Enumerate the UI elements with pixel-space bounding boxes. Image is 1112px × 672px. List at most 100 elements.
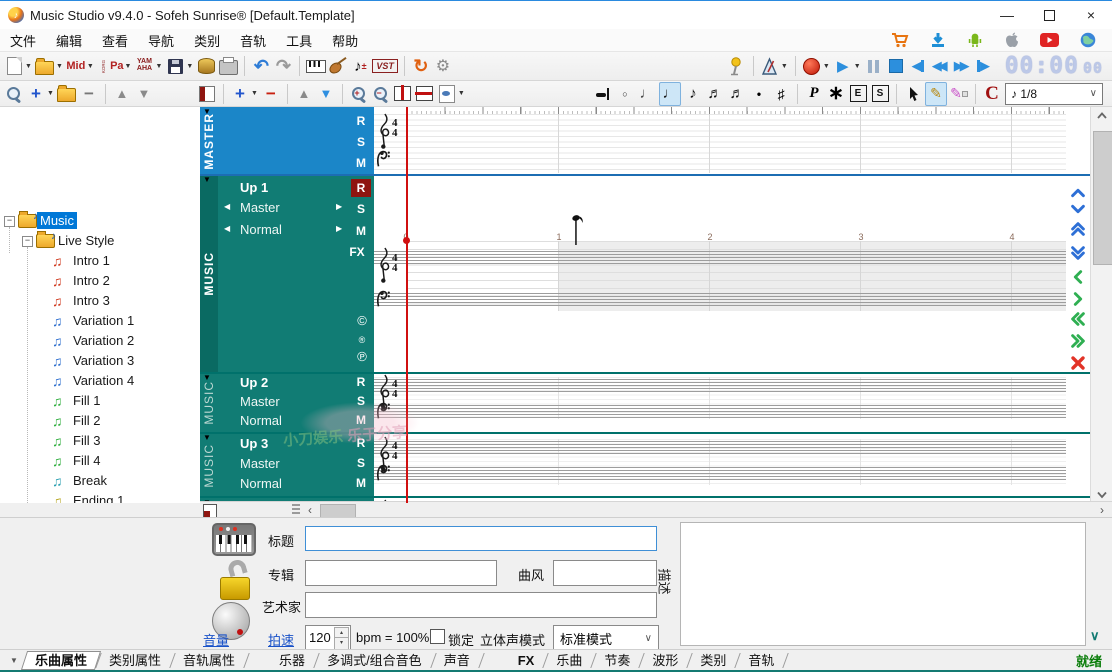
globe-icon[interactable] — [1080, 32, 1096, 48]
arrow-left-icon[interactable]: ◀ — [224, 202, 230, 211]
remove-category-button[interactable]: − — [79, 83, 99, 105]
open-caret[interactable]: ▼ — [56, 63, 63, 70]
track-up2-header[interactable]: ▼ MUSIC Up 2 Master Normal R S M — [200, 373, 374, 433]
add-track-button[interactable]: + — [230, 83, 250, 105]
tree-item-variation-3[interactable]: ♫Variation 3 — [0, 351, 200, 371]
fast-forward-button[interactable]: ▶▶ — [952, 55, 972, 77]
unlock-icon[interactable] — [220, 560, 254, 600]
android-icon[interactable] — [967, 32, 983, 48]
up2-record-button[interactable]: R — [351, 375, 371, 389]
master-strip[interactable]: ▼ MASTER — [200, 107, 218, 175]
download-icon[interactable] — [930, 32, 946, 48]
album-input[interactable] — [305, 560, 497, 586]
rewind-button[interactable]: ◀◀ — [930, 55, 950, 77]
measure-ruler[interactable] — [374, 107, 1090, 114]
new-file-button[interactable] — [4, 55, 24, 77]
midi-caret[interactable]: ▼ — [87, 63, 94, 70]
track-title[interactable]: Up 3 — [240, 436, 268, 451]
menu-7[interactable]: 帮助 — [322, 29, 368, 52]
tree-item[interactable]: Variation 3 — [70, 352, 137, 369]
tab-list-caret[interactable]: ▼ — [6, 656, 22, 665]
stop-button[interactable] — [886, 55, 906, 77]
arrow-left-icon[interactable]: ◀ — [224, 224, 230, 233]
tab-乐曲属性[interactable]: 乐曲属性 — [24, 651, 98, 670]
tab-FX[interactable]: FX — [507, 651, 546, 670]
tree-item[interactable]: Intro 1 — [70, 252, 113, 269]
master-track-header[interactable]: ▼ MASTER R S M — [200, 107, 374, 175]
tree-item-ending-1[interactable]: ♫Ending 1 — [0, 491, 200, 503]
menu-2[interactable]: 查看 — [92, 29, 138, 52]
tab-音轨属性[interactable]: 音轨属性 — [172, 651, 246, 670]
menu-6[interactable]: 工具 — [276, 29, 322, 52]
embellish-button[interactable]: E — [848, 83, 868, 105]
tab-乐器[interactable]: 乐器 — [268, 651, 316, 670]
play-button[interactable]: ▶ — [833, 55, 853, 77]
ornament-button[interactable]: ∗ — [826, 83, 846, 105]
symbol-button[interactable]: S — [870, 83, 890, 105]
tab-波形[interactable]: 波形 — [641, 651, 689, 670]
tree-item[interactable]: Variation 2 — [70, 332, 137, 349]
tab-节奏[interactable]: 节奏 — [593, 651, 641, 670]
tree-item-fill-4[interactable]: ♫Fill 4 — [0, 451, 200, 471]
open-button[interactable] — [35, 55, 55, 77]
tempo-spinner[interactable]: 120 ▴ ▾ — [305, 625, 351, 652]
scrollbar-thumb[interactable] — [320, 504, 356, 518]
scroll-right-button[interactable]: › — [1094, 502, 1110, 518]
up2-solo-button[interactable]: S — [351, 394, 371, 408]
track-down-button[interactable]: ▼ — [316, 83, 336, 105]
registered-mark[interactable]: ® — [353, 335, 371, 345]
tree-item-intro-2[interactable]: ♫Intro 2 — [0, 271, 200, 291]
master-record-button[interactable]: R — [351, 114, 371, 128]
mic-button[interactable] — [727, 55, 747, 77]
note-longa-button[interactable] — [593, 83, 613, 105]
pause-button[interactable] — [864, 55, 884, 77]
note-up-button[interactable] — [1069, 185, 1087, 201]
export-button[interactable] — [196, 55, 216, 77]
tab-声音[interactable]: 声音 — [433, 651, 481, 670]
import-midi-button[interactable]: Mid — [66, 55, 86, 77]
tree-item-fill-2[interactable]: ♫Fill 2 — [0, 411, 200, 431]
tree-item-intro-3[interactable]: ♫Intro 3 — [0, 291, 200, 311]
paste-category-button[interactable] — [57, 83, 77, 105]
menu-3[interactable]: 导航 — [138, 29, 184, 52]
nudge-right-button[interactable] — [1069, 291, 1087, 307]
maximize-button[interactable] — [1028, 1, 1070, 29]
scrollbar-thumb[interactable] — [1093, 131, 1112, 265]
tree-item-variation-1[interactable]: ♫Variation 1 — [0, 311, 200, 331]
track-divider[interactable] — [200, 372, 1090, 374]
tree-item[interactable]: Ending 1 — [70, 492, 127, 503]
move-down-button[interactable]: ▼ — [134, 83, 154, 105]
tree-item-music[interactable]: Music — [37, 212, 77, 229]
step-forward-button[interactable]: ▶ — [974, 55, 994, 77]
up1-mute-button[interactable]: M — [351, 224, 371, 238]
settings-button[interactable]: ⚙ — [433, 55, 453, 77]
up1-solo-button[interactable]: S — [351, 202, 371, 216]
collapse-triangle-icon[interactable]: ▼ — [203, 433, 211, 442]
playhead-marker[interactable] — [403, 237, 410, 244]
redo-button[interactable]: ↷ — [273, 55, 293, 77]
track-title[interactable]: Up 2 — [240, 375, 268, 390]
title-input[interactable] — [305, 526, 657, 551]
apple-icon[interactable] — [1004, 32, 1019, 48]
master-mute-button[interactable]: M — [351, 156, 371, 170]
arrow-right-icon[interactable]: ▶ — [336, 224, 342, 233]
horizontal-scrollbar[interactable]: ‹ › — [200, 501, 1112, 518]
track-up3-header[interactable]: ▼ MUSIC Up 3 Master Normal R S M — [200, 433, 374, 498]
lock-checkbox[interactable] — [430, 629, 445, 644]
snap-value-select[interactable]: ♪ 1/8 ∨ — [1005, 83, 1103, 105]
description-box[interactable] — [680, 522, 1086, 646]
vst-button[interactable]: VST — [372, 55, 398, 77]
menu-4[interactable]: 类别 — [184, 29, 230, 52]
shift-left-button[interactable] — [1069, 311, 1087, 327]
metronome-button[interactable] — [760, 55, 780, 77]
save-caret[interactable]: ▼ — [186, 63, 193, 70]
note-eighth-button[interactable]: ♪ — [683, 83, 703, 105]
menu-0[interactable]: 文件 — [0, 29, 46, 52]
tree-item-live-style[interactable]: Live Style — [55, 232, 117, 249]
menu-5[interactable]: 音轨 — [230, 29, 276, 52]
expand-rows-button[interactable] — [393, 83, 413, 105]
master-grid[interactable] — [374, 114, 1066, 173]
step-back-button[interactable]: ◀ — [908, 55, 928, 77]
up2-mute-button[interactable]: M — [351, 413, 371, 427]
tempo-link[interactable]: 拍速 — [268, 630, 294, 649]
